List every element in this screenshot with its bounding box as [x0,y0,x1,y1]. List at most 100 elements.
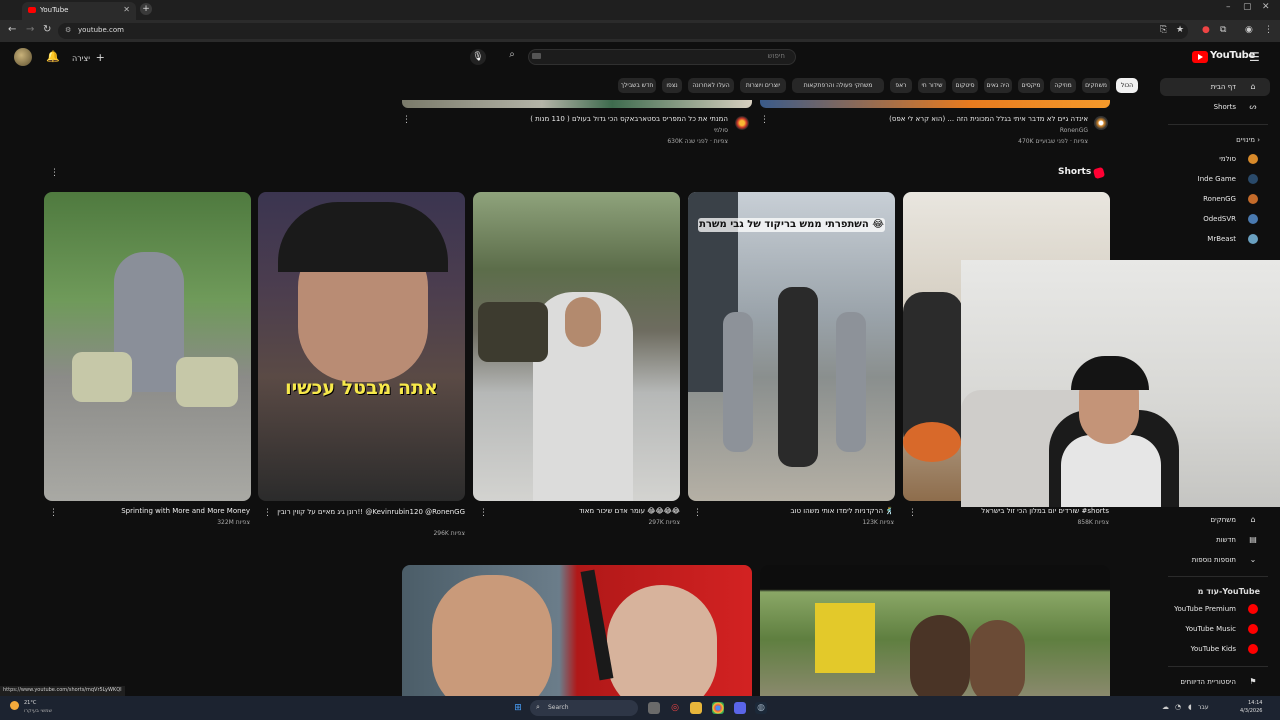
short-thumbnail[interactable] [44,192,251,501]
search-input[interactable]: חיפוש [528,49,796,65]
create-button[interactable]: יצירה + [72,51,105,64]
sidebar-explore-item[interactable]: חדשות ▤ [1160,531,1270,549]
sidebar-explore-item[interactable]: משחקים ⌂ [1160,511,1270,529]
task-view-icon[interactable] [648,702,660,714]
app-icon[interactable]: ◎ [669,702,681,714]
short-title[interactable]: עומר אדם שיכור מאוד 😂😂😂😂 [579,507,680,515]
browser-tab[interactable]: YouTube ✕ [22,2,136,20]
sidebar-more-item[interactable]: YouTube Music [1160,620,1270,638]
back-icon[interactable]: ← [8,24,16,35]
steam-icon[interactable]: ◍ [755,702,767,714]
chip-6[interactable]: שידור חי [918,78,946,93]
chip-8[interactable]: משחקי פעולה והרפתקאות [792,78,884,93]
chip-5[interactable]: סיטקום [952,78,978,93]
search-button[interactable]: ⌕ [502,49,522,65]
chip-3[interactable]: מיקסים [1018,78,1044,93]
taskbar-search-label: Search [548,704,569,711]
video-title[interactable]: אינדה גיים לא מדבר איתי בגלל המכונית הזה… [889,115,1088,123]
maximize-icon[interactable]: ▢ [1243,2,1252,12]
short-menu-icon[interactable]: ⋮ [479,508,488,518]
chip-10[interactable]: העלו לאחרונה [688,78,734,93]
shorts-section-menu-icon[interactable]: ⋮ [50,168,59,178]
short-menu-icon[interactable]: ⋮ [693,508,702,518]
close-window-icon[interactable]: ✕ [1262,2,1270,12]
short-title[interactable]: רונן גיג מאיים על קווין רובין!! @Kevinru… [270,507,465,517]
new-tab-button[interactable]: + [140,3,152,15]
discord-icon[interactable] [734,702,746,714]
network-icon[interactable]: ◔ [1175,703,1181,711]
video-thumbnail[interactable] [402,100,752,108]
channel-avatar[interactable] [735,116,749,130]
sidebar-sub-label: Inde Game [1197,175,1236,183]
extension-icon[interactable]: ● [1202,25,1210,35]
install-icon[interactable]: ⎘ [1160,25,1167,35]
chip-12[interactable]: חדש בשבילך [618,78,656,93]
youtube-logo[interactable]: YouTube [1192,50,1255,64]
browser-menu-icon[interactable]: ⋮ [1264,25,1273,35]
video-channel[interactable]: סולמי [714,127,728,134]
short-thumbnail[interactable]: השתפרתי ממש בריקוד של גבי משרת 😂 [688,192,895,501]
short-menu-icon[interactable]: ⋮ [908,508,917,518]
video-channel[interactable]: RonenGG [1060,127,1088,134]
shorts-icon: ᔕ [1249,102,1257,111]
sidebar-sub-item[interactable]: סולמי [1160,150,1270,168]
sidebar-item-report-history[interactable]: היסטוריית הדיווחים ⚑ [1160,673,1270,691]
notifications-bell-icon[interactable]: 🔔 [46,50,60,63]
sidebar-sub-item[interactable]: OdedSVR [1160,210,1270,228]
close-tab-icon[interactable]: ✕ [123,5,130,14]
taskbar-clock[interactable]: 14:14 4/3/2026 [1240,699,1262,715]
volume-icon[interactable]: ◖ [1188,703,1192,711]
chip-4[interactable]: היה גאים [984,78,1012,93]
more-options-icon[interactable]: ⋮ [402,115,411,125]
onedrive-icon[interactable]: ☁ [1162,703,1169,711]
short-title[interactable]: שורדים יום במלון הכי זול בישראל #shorts [981,507,1109,515]
short-thumbnail[interactable]: אתה מבטל עכשיו [258,192,465,501]
chip-11[interactable]: נצפו [662,78,682,93]
short-title[interactable]: הרקדניות לימדו אותי משהו טוב 🕺 [790,507,894,515]
chip-0[interactable]: הכול [1116,78,1138,93]
sidebar-sub-item[interactable]: RonenGG [1160,190,1270,208]
short-menu-icon[interactable]: ⋮ [263,508,272,518]
more-options-icon[interactable]: ⋮ [760,115,769,125]
bookmark-star-icon[interactable]: ★ [1176,25,1184,35]
sidebar-item-shorts[interactable]: Shorts ᔕ [1160,98,1270,116]
chip-2[interactable]: מוזיקה [1050,78,1076,93]
sidebar-more-item[interactable]: YouTube Premium [1160,600,1270,618]
sidebar-explore-item[interactable]: תוספות נוספות ⌄ [1160,551,1270,569]
clock-time: 14:14 [1248,700,1263,706]
extensions-puzzle-icon[interactable]: ⧉ [1220,25,1226,35]
windows-start-icon[interactable]: ⊞ [512,702,524,714]
short-title[interactable]: Sprinting with More and More Money [121,507,250,515]
reload-icon[interactable]: ↻ [43,24,51,35]
minimize-icon[interactable]: – [1226,2,1231,12]
short-thumbnail[interactable] [473,192,680,501]
sidebar-sub-item[interactable]: MrBeast [1160,230,1270,248]
taskbar-search[interactable]: ⌕ Search [530,700,638,716]
subscriptions-header[interactable]: מינויים › [1160,136,1260,144]
channel-avatar[interactable] [1094,116,1108,130]
video-thumbnail[interactable] [760,100,1110,108]
chip-9[interactable]: יוצרים ויוצרות [740,78,786,93]
file-explorer-icon[interactable] [690,702,702,714]
video-thumbnail[interactable] [760,565,1110,700]
input-language[interactable]: עבר [1198,704,1209,711]
microphone-icon[interactable]: 🎙 [470,49,486,65]
short-menu-icon[interactable]: ⋮ [49,508,58,518]
sidebar-more-item[interactable]: YouTube Kids [1160,640,1270,658]
profile-icon[interactable]: ◉ [1245,25,1253,35]
keyboard-icon[interactable] [532,53,541,59]
chip-7[interactable]: ראפ [890,78,912,93]
video-title[interactable]: המנתי את כל המפריס בסטארבאקס הכי גדול בע… [530,115,728,123]
video-thumbnail[interactable] [402,565,752,700]
sidebar-sub-item[interactable]: Inde Game [1160,170,1270,188]
weather-widget[interactable]: 21°C שמשי בעיקרו [10,699,52,715]
sidebar-item-home[interactable]: דף הבית ⌂ [1160,78,1270,96]
omnibox[interactable]: ⚙ youtube.com [58,23,1188,39]
forward-icon[interactable]: → [26,24,34,35]
short-views: 297K צפיות [648,519,680,526]
chip-1[interactable]: משחקים [1082,78,1110,93]
site-info-icon[interactable]: ⚙ [65,26,71,34]
account-avatar[interactable] [14,48,32,66]
shorts-logo-icon [1092,166,1106,180]
chrome-icon[interactable] [712,702,724,714]
